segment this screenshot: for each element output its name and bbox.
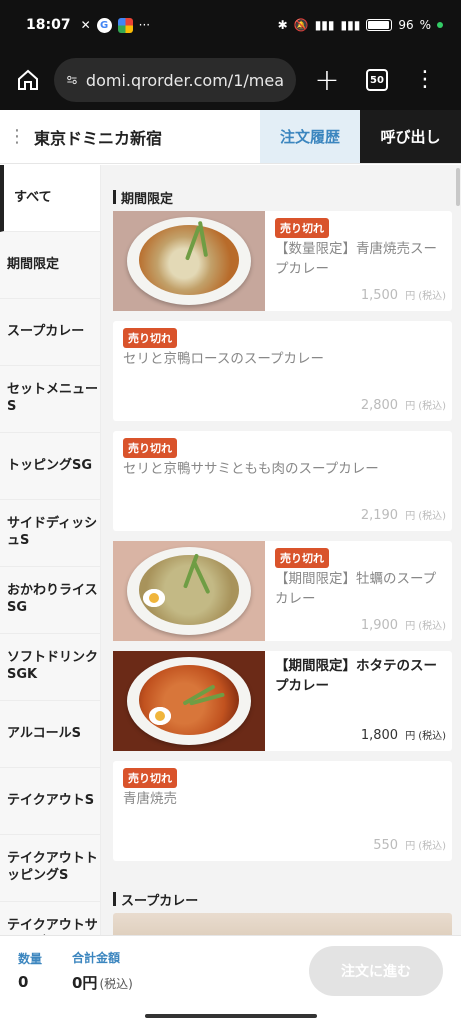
sidebar-item-all[interactable]: すべて <box>0 165 100 232</box>
sidebar-item-takeout-side[interactable]: テイクアウトサイドディ <box>0 902 100 935</box>
menu-item-name: セリと京鴨ロースのスープカレー <box>123 351 325 367</box>
sidebar-item-extra-rice[interactable]: おかわりライスSG <box>0 567 100 634</box>
signal-icon-2: ▮▮▮ <box>340 18 361 32</box>
total-value: 0円 (税込) <box>72 973 133 992</box>
quantity-summary: 数量 0 <box>18 950 72 991</box>
menu-item-photo <box>113 211 265 311</box>
menu-item-photo <box>113 651 265 751</box>
new-tab-button[interactable]: + <box>312 63 342 98</box>
menu-item-card-partial[interactable] <box>113 913 452 935</box>
sold-out-badge: 売り切れ <box>275 548 329 568</box>
sidebar-item-soup-curry[interactable]: スープカレー <box>0 299 100 366</box>
more-notifications-icon: ··· <box>138 18 151 32</box>
home-button[interactable] <box>12 64 44 96</box>
menu-item-card[interactable]: 売り切れ 【期間限定】牡蠣のスープカレー 1,900 円 (税込) <box>113 541 452 641</box>
privacy-dot-icon <box>437 22 443 28</box>
sidebar-item-takeout[interactable]: テイクアウトS <box>0 768 100 835</box>
sold-out-badge: 売り切れ <box>275 218 329 238</box>
sidebar-item-set-menu[interactable]: セットメニューS <box>0 366 100 433</box>
menu-item-name: 【数量限定】青唐焼売スープカレー <box>275 241 437 277</box>
sold-out-badge: 売り切れ <box>123 328 177 348</box>
battery-percent: 96 <box>398 18 414 32</box>
menu-item-price: 1,500 円 (税込) <box>360 288 446 303</box>
total-summary: 合計金額 0円 (税込) <box>72 949 133 993</box>
browser-toolbar: domi.qrorder.com/1/mea + 50 ⋮ <box>0 50 461 110</box>
address-bar[interactable]: domi.qrorder.com/1/mea <box>54 58 296 102</box>
notification-icons: ✕ G ··· <box>80 17 151 33</box>
menu-item-card[interactable]: 売り切れ セリと京鴨ロースのスープカレー 2,800 円 (税込) <box>113 321 452 421</box>
menu-item-price: 550 円 (税込) <box>373 838 446 853</box>
x-icon: ✕ <box>80 18 91 32</box>
call-staff-button[interactable]: 呼び出し <box>360 110 461 163</box>
proceed-order-button[interactable]: 注文に進む <box>309 945 443 996</box>
google-icon: G <box>96 17 112 33</box>
drag-handle-icon[interactable]: ⋮ <box>0 110 34 163</box>
menu-item-photo <box>113 541 265 641</box>
category-sidebar: すべて 期間限定 スープカレー セットメニューS トッピングSG サイドディッシ… <box>0 165 101 935</box>
quantity-label: 数量 <box>18 952 43 966</box>
total-label: 合計金額 <box>72 950 121 965</box>
menu-item-price: 1,900 円 (税込) <box>360 618 446 633</box>
sold-out-badge: 売り切れ <box>123 768 177 788</box>
section-heading-soup-curry: スープカレー <box>101 885 461 913</box>
tab-switcher-button[interactable]: 50 <box>366 69 388 91</box>
mute-icon: 🔕 <box>293 18 309 32</box>
menu-item-card[interactable]: 売り切れ 【数量限定】青唐焼売スープカレー 1,500 円 (税込) <box>113 211 452 311</box>
sidebar-item-side-dish[interactable]: サイドディッシュS <box>0 500 100 567</box>
url-text: domi.qrorder.com/1/mea <box>85 70 284 90</box>
status-bar: 18:07 ✕ G ··· ✱ 🔕 ▮▮▮ ▮▮▮ 96% <box>0 0 461 50</box>
system-icons: ✱ 🔕 ▮▮▮ ▮▮▮ 96% <box>278 18 443 32</box>
menu-item-card[interactable]: 売り切れ セリと京鴨ササミともも肉のスープカレー 2,190 円 (税込) <box>113 431 452 531</box>
order-summary-bar: 数量 0 合計金額 0円 (税込) 注文に進む <box>0 935 461 1005</box>
menu-item-name: セリと京鴨ササミともも肉のスープカレー <box>123 461 379 477</box>
site-settings-icon[interactable] <box>66 71 78 89</box>
home-icon <box>18 69 38 90</box>
battery-icon <box>366 19 393 31</box>
bluetooth-icon: ✱ <box>277 18 288 32</box>
signal-icon: ▮▮▮ <box>314 18 335 32</box>
menu-list: 期間限定 売り切れ 【数量限定】青唐焼売スープカレー 1,500 円 (税込) 売… <box>101 165 461 935</box>
order-history-button[interactable]: 注文履歴 <box>260 110 360 163</box>
menu-item-price: 2,800 円 (税込) <box>360 398 446 413</box>
shop-name: 東京ドミニカ新宿 <box>34 128 163 148</box>
sidebar-item-soft-drink[interactable]: ソフトドリンクSGK <box>0 634 100 701</box>
sold-out-badge: 売り切れ <box>123 438 177 458</box>
sidebar-item-limited[interactable]: 期間限定 <box>0 232 100 299</box>
scrollbar[interactable] <box>456 168 460 206</box>
browser-menu-button[interactable]: ⋮ <box>414 69 436 91</box>
quantity-value: 0 <box>18 973 29 991</box>
menu-item-name: 【期間限定】牡蠣のスープカレー <box>275 571 437 607</box>
menu-item-card[interactable]: 【期間限定】ホタテのスープカレー 1,800 円 (税込) <box>113 651 452 751</box>
gesture-bar <box>0 1005 461 1024</box>
menu-item-name: 青唐焼売 <box>123 791 177 807</box>
menu-item-card[interactable]: 売り切れ 青唐焼売 550 円 (税込) <box>113 761 452 861</box>
photos-icon <box>117 17 133 33</box>
menu-item-price: 2,190 円 (税込) <box>360 508 446 523</box>
sidebar-item-alcohol[interactable]: アルコールS <box>0 701 100 768</box>
section-heading-limited: 期間限定 <box>101 183 461 211</box>
sidebar-item-topping[interactable]: トッピングSG <box>0 433 100 500</box>
menu-item-name: 【期間限定】ホタテのスープカレー <box>275 658 437 694</box>
menu-item-price: 1,800 円 (税込) <box>360 728 446 743</box>
app-header: ⋮ 東京ドミニカ新宿 注文履歴 呼び出し <box>0 110 461 164</box>
sidebar-item-takeout-topping[interactable]: テイクアウトトッピングS <box>0 835 100 902</box>
status-time: 18:07 <box>26 17 71 33</box>
